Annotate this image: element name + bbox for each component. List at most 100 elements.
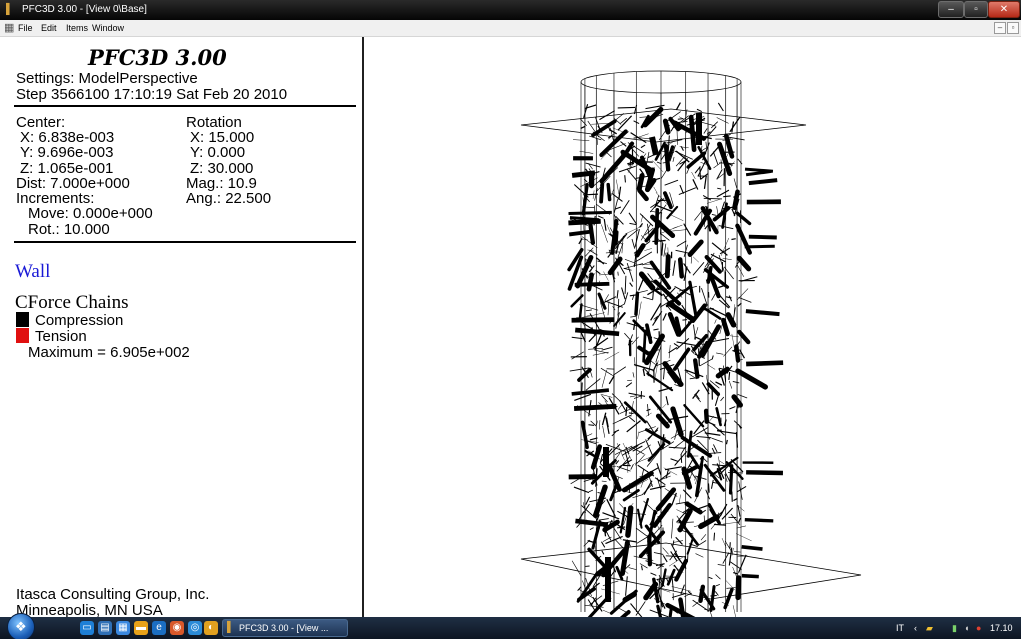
force-chain-segment <box>645 439 654 457</box>
menu-items[interactable]: Items <box>66 23 88 34</box>
force-chain-segment <box>641 565 643 571</box>
force-chain-strong-segment <box>735 368 768 390</box>
switch-windows-icon[interactable]: ▤ <box>98 621 112 635</box>
network-icon[interactable]: ▮ <box>952 622 957 634</box>
top-platen <box>520 108 807 143</box>
force-chain-segment <box>601 369 607 388</box>
force-chain-segment <box>682 319 688 321</box>
location-text: Minneapolis, MN USA <box>16 602 163 619</box>
force-chain-strong-segment <box>735 223 752 255</box>
maximize-button[interactable]: ▫ <box>964 1 988 18</box>
force-chain-segment <box>675 102 681 111</box>
force-chain-segment <box>674 451 688 466</box>
force-chain-segment <box>725 439 728 445</box>
security-icon[interactable]: ● <box>976 622 981 634</box>
menu-file[interactable]: File <box>18 23 33 34</box>
force-chain-segment <box>653 328 659 331</box>
tray-expand-icon[interactable]: ‹ <box>914 622 917 634</box>
force-chain-scene <box>520 70 862 617</box>
internet-explorer-icon[interactable]: e <box>152 621 166 635</box>
force-chain-strong-segment <box>721 317 730 337</box>
force-chain-strong-segment <box>654 207 660 245</box>
force-chain-strong-segment <box>607 256 623 276</box>
close-button[interactable]: ✕ <box>988 1 1020 18</box>
wall-contact-force <box>568 218 601 226</box>
force-chain-segment <box>672 260 676 276</box>
force-chain-segment <box>723 195 731 198</box>
clock-text[interactable]: 17.10 <box>990 622 1013 634</box>
menu-bar: ▦ File Edit Items Window – ▫ <box>0 20 1021 37</box>
force-chain-segment <box>722 258 732 260</box>
wall-contact-force <box>744 517 774 523</box>
force-chain-segment <box>730 513 741 526</box>
mdi-restore-button[interactable]: ▫ <box>1007 22 1019 34</box>
center-x: X: 6.838e-003 <box>20 129 115 146</box>
force-chain-strong-segment <box>590 444 603 470</box>
rot-text: Rot.: 10.000 <box>28 221 110 238</box>
force-chain-segment <box>739 349 745 359</box>
folder-icon[interactable]: ▬ <box>134 621 148 635</box>
force-chain-strong-segment <box>661 568 667 587</box>
wall-contact-force <box>574 281 610 287</box>
graphics-viewport[interactable] <box>366 37 1021 617</box>
force-chain-strong-segment <box>609 589 638 615</box>
force-chain-strong-segment <box>687 239 704 257</box>
mdi-system-menu-icon[interactable]: ▦ <box>4 22 14 34</box>
force-chain-segment <box>708 483 710 493</box>
force-chain-segment <box>728 371 731 380</box>
tray-folder-icon[interactable]: ▰ <box>926 622 933 634</box>
force-chain-segment <box>647 404 649 416</box>
center-label: Center: <box>16 114 66 131</box>
force-chain-segment <box>618 186 622 200</box>
wall-contact-force <box>741 544 763 551</box>
force-chain-segment <box>625 406 628 417</box>
force-chain-strong-segment <box>737 329 751 345</box>
force-chain-segment <box>626 262 634 282</box>
force-chain-segment <box>607 301 610 316</box>
start-button[interactable]: ❖ <box>7 613 35 639</box>
force-chain-segment <box>630 315 637 318</box>
force-chain-segment <box>569 367 590 372</box>
search-icon[interactable]: ◎ <box>188 621 202 635</box>
force-chain-segment <box>663 367 665 380</box>
force-chain-segment <box>598 518 609 521</box>
force-chain-segment <box>696 108 703 113</box>
force-chain-segment <box>630 132 647 144</box>
wall-geometry <box>520 70 862 612</box>
force-chain-segment <box>662 555 668 563</box>
force-chain-segment <box>573 486 590 494</box>
tension-swatch <box>16 328 29 343</box>
force-chain-segment <box>695 553 704 558</box>
minimize-button[interactable]: – <box>938 1 964 18</box>
taskbar-item-pfc3d[interactable]: ▌ PFC3D 3.00 - [View ... <box>222 619 348 637</box>
force-chain-segment <box>620 141 627 147</box>
force-chain-segment <box>633 323 636 330</box>
force-chain-segment <box>599 420 601 430</box>
show-desktop-icon[interactable]: ▭ <box>80 621 94 635</box>
force-chain-segment <box>618 165 636 173</box>
media-icon[interactable]: ◐ <box>204 621 218 635</box>
force-chain-segment <box>620 200 630 215</box>
menu-window[interactable]: Window <box>92 23 124 34</box>
force-chain-segment <box>601 412 607 426</box>
force-chain-segment <box>593 337 609 349</box>
volume-icon[interactable]: ◖ <box>964 622 969 634</box>
force-chain-segment <box>729 561 742 570</box>
force-chain-strong-segment <box>703 408 710 424</box>
center-z: Z: 1.065e-001 <box>20 160 114 177</box>
system-tray: IT ‹ ▰ ▮ ◖ ● 17.10 <box>890 617 1021 639</box>
force-chain-segment <box>600 393 613 398</box>
menu-edit[interactable]: Edit <box>41 23 57 34</box>
force-chain-segment <box>646 408 651 412</box>
explorer-icon[interactable]: ▦ <box>116 621 130 635</box>
force-chain-strong-segment <box>636 173 645 192</box>
force-chain-segment <box>638 301 642 319</box>
force-chain-segment <box>682 489 692 499</box>
firefox-icon[interactable]: ◉ <box>170 621 184 635</box>
force-chain-segment <box>613 429 620 434</box>
force-chain-segment <box>601 541 606 548</box>
force-chain-segment <box>716 169 723 180</box>
mdi-minimize-button[interactable]: – <box>994 22 1006 34</box>
language-indicator[interactable]: IT <box>896 622 904 634</box>
force-chain-segment <box>672 156 675 162</box>
